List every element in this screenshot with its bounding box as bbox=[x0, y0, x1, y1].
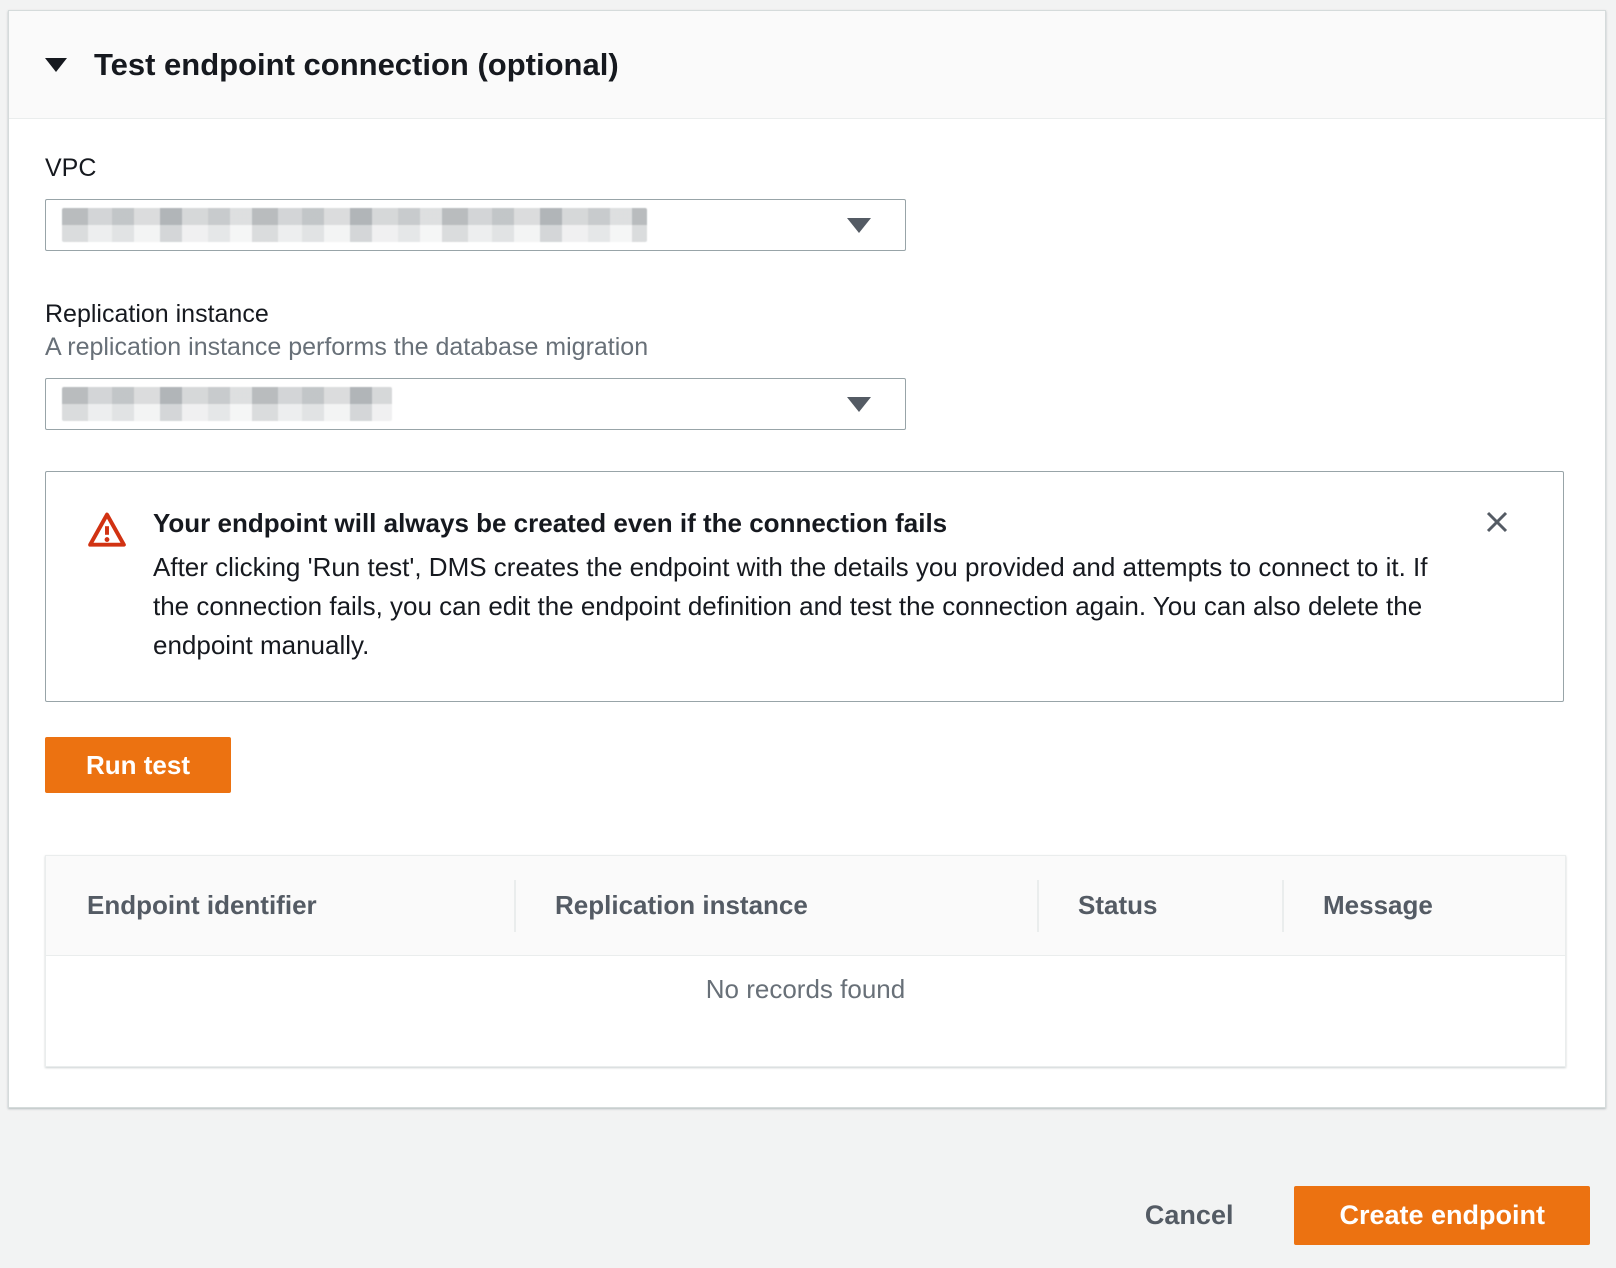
vpc-select[interactable] bbox=[45, 199, 906, 251]
vpc-redacted-value bbox=[62, 208, 647, 242]
warning-triangle-icon bbox=[87, 511, 127, 554]
replication-instance-select[interactable] bbox=[45, 378, 906, 430]
warning-alert: Your endpoint will always be created eve… bbox=[45, 471, 1564, 702]
column-header-endpoint-identifier: Endpoint identifier bbox=[46, 890, 514, 921]
page: { "panel": { "title": "Test endpoint con… bbox=[0, 10, 1616, 1268]
test-results-table: Endpoint identifier Replication instance… bbox=[45, 855, 1566, 1067]
close-icon[interactable] bbox=[1477, 502, 1517, 542]
collapse-triangle-icon[interactable] bbox=[45, 58, 67, 72]
run-test-button[interactable]: Run test bbox=[45, 737, 231, 793]
replication-instance-label: Replication instance bbox=[45, 299, 1569, 329]
replication-instance-redacted-value bbox=[62, 387, 392, 421]
panel-body: VPC Replication instance A replication i… bbox=[9, 119, 1605, 1107]
dropdown-caret-icon bbox=[847, 397, 871, 412]
form-actions: Cancel Create endpoint bbox=[0, 1186, 1616, 1245]
table-body: No records found bbox=[46, 956, 1565, 1066]
empty-state-text: No records found bbox=[46, 956, 1565, 1005]
panel-title: Test endpoint connection (optional) bbox=[94, 47, 619, 83]
vpc-label: VPC bbox=[45, 153, 1569, 183]
test-endpoint-panel: Test endpoint connection (optional) VPC … bbox=[8, 10, 1606, 1108]
table-header-row: Endpoint identifier Replication instance… bbox=[46, 856, 1565, 956]
cancel-button[interactable]: Cancel bbox=[1145, 1200, 1234, 1231]
vpc-field: VPC bbox=[45, 153, 1569, 251]
dropdown-caret-icon bbox=[847, 218, 871, 233]
warning-alert-body: After clicking 'Run test', DMS creates t… bbox=[153, 548, 1463, 665]
create-endpoint-button[interactable]: Create endpoint bbox=[1294, 1186, 1590, 1245]
panel-header-toggle[interactable]: Test endpoint connection (optional) bbox=[9, 11, 1605, 119]
column-header-message: Message bbox=[1282, 890, 1565, 921]
column-header-replication-instance: Replication instance bbox=[514, 890, 1037, 921]
warning-alert-text: Your endpoint will always be created eve… bbox=[153, 508, 1463, 665]
warning-alert-title: Your endpoint will always be created eve… bbox=[153, 508, 1463, 538]
replication-instance-field: Replication instance A replication insta… bbox=[45, 299, 1569, 430]
column-header-status: Status bbox=[1037, 890, 1282, 921]
replication-instance-description: A replication instance performs the data… bbox=[45, 332, 1569, 362]
